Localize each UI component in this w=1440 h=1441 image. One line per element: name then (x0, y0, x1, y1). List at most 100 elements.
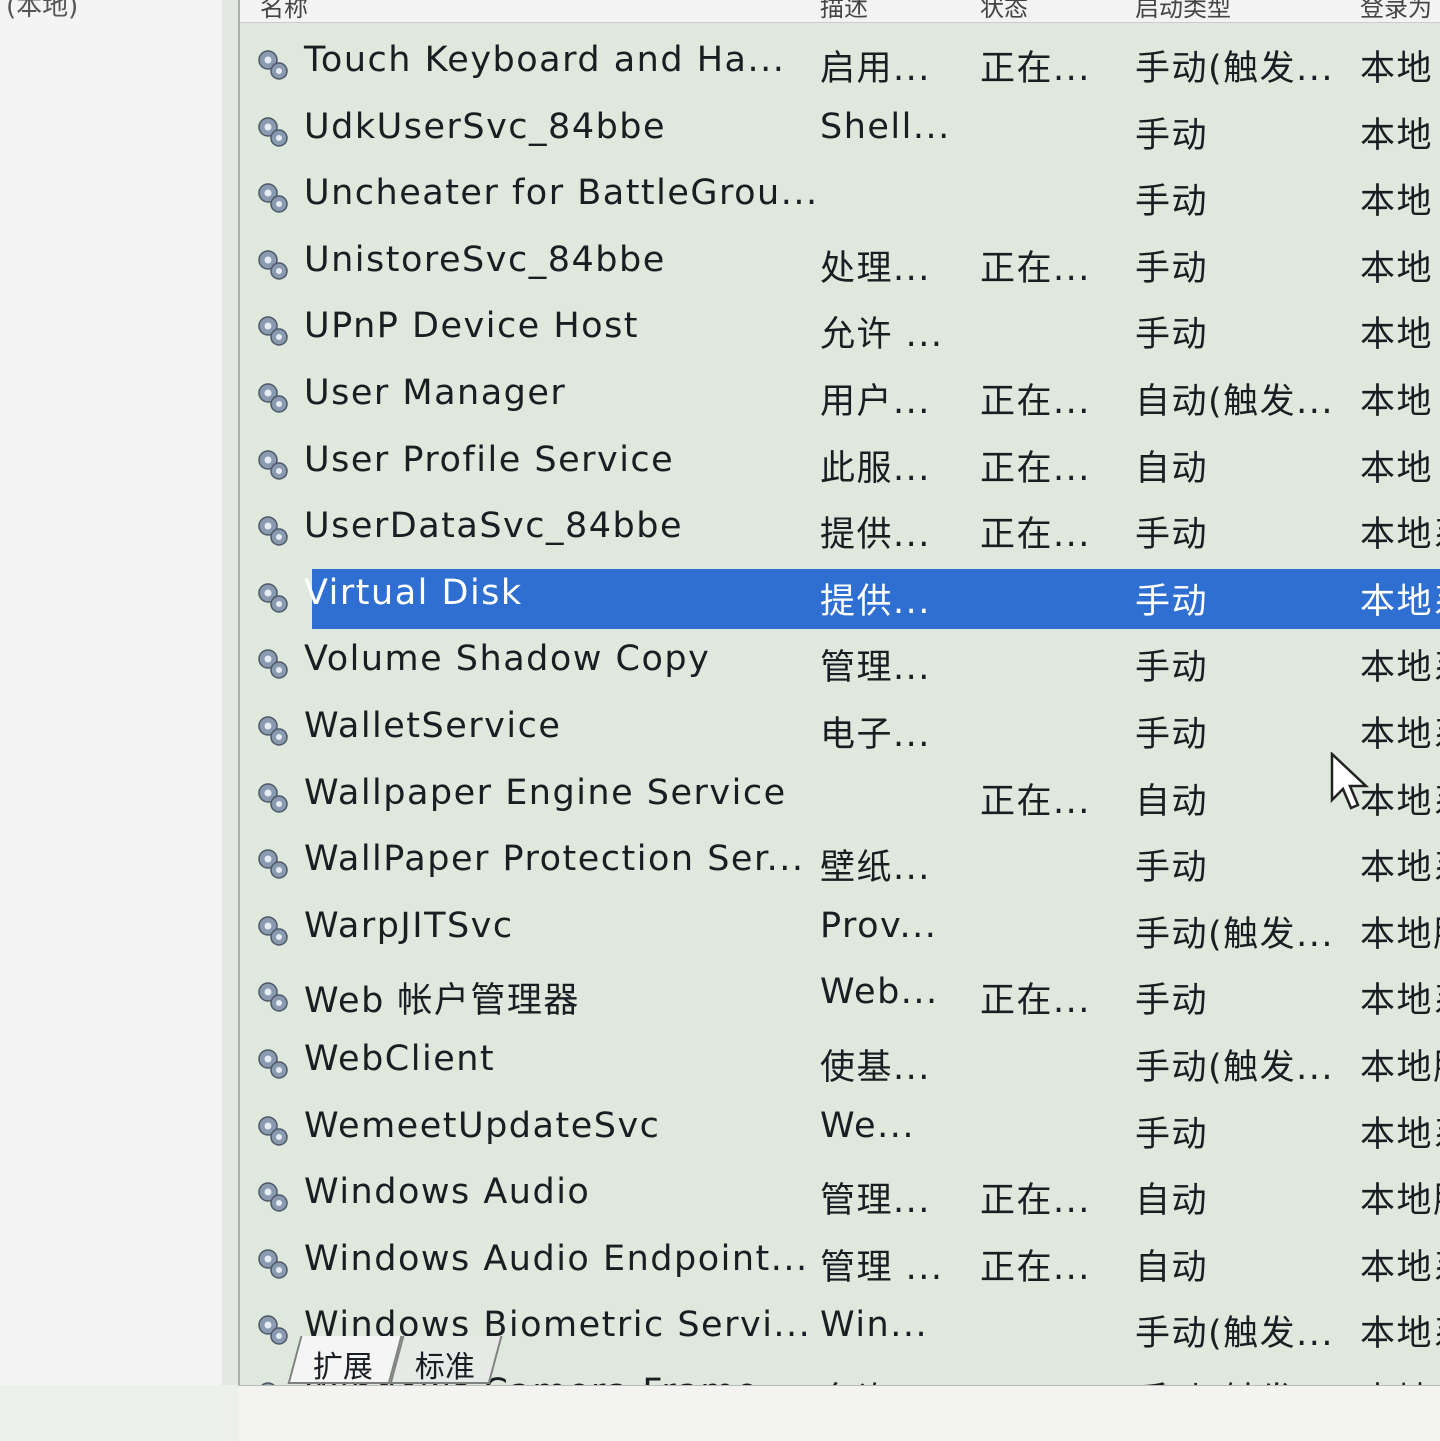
service-name: UPnP Device Host (304, 306, 640, 347)
mouse-cursor-icon (1330, 752, 1370, 810)
service-log-on-as: 本地系 (1360, 981, 1440, 1022)
service-name: UnistoreSvc_84bbe (304, 239, 666, 280)
gear-icon (252, 377, 292, 417)
gear-icon (252, 643, 292, 683)
service-startup-type: 手动(触发... (1135, 914, 1335, 955)
service-startup-type: 手动(触发... (1135, 1047, 1335, 1088)
service-row[interactable]: Virtual Disk 提供... 手动 本地系 (240, 563, 1440, 630)
gear-icon (252, 1110, 292, 1150)
gear-icon (252, 1243, 292, 1283)
service-startup-type: 自动 (1135, 1181, 1209, 1222)
service-description: 管理... (820, 1181, 931, 1222)
gear-icon (252, 444, 292, 484)
service-row[interactable]: UdkUserSvc_84bbe Shell... 手动 本地 (240, 97, 1440, 164)
service-row[interactable]: User Profile Service 此服... 正在... 自动 本地 (240, 430, 1440, 497)
service-startup-type: 手动 (1135, 182, 1209, 223)
service-description: 允许... (820, 1372, 931, 1385)
tab-extended-label: 扩展 (312, 1350, 373, 1385)
service-startup-type: 手动(触发... (1135, 1314, 1335, 1355)
service-name: Windows Audio (304, 1172, 591, 1213)
services-list[interactable]: 名称 描述 状态 启动类型 登录为 Touch Keyboard and Ha.… (238, 0, 1440, 1385)
service-row[interactable]: Uncheater for BattleGrou... 手动 本地 (240, 163, 1440, 230)
column-header-description[interactable]: 描述 (820, 0, 868, 23)
service-description: 提供... (820, 581, 931, 622)
service-row[interactable]: WarpJITSvc Prov... 手动(触发... 本地服 (240, 896, 1440, 963)
service-row[interactable]: Touch Keyboard and Ha... 启用... 正在... 手动(触发.… (240, 30, 1440, 97)
service-log-on-as: 本地 (1360, 115, 1434, 156)
service-startup-type: 手动 (1135, 315, 1209, 356)
service-log-on-as: 本地系 (1360, 648, 1440, 689)
service-name: User Manager (304, 372, 567, 413)
service-log-on-as: 本地系 (1360, 848, 1440, 889)
service-row[interactable]: Windows Audio 管理... 正在... 自动 本地服 (240, 1162, 1440, 1229)
service-row[interactable]: UPnP Device Host 允许 ... 手动 本地 (240, 296, 1440, 363)
gear-icon (252, 111, 292, 151)
service-name: UdkUserSvc_84bbe (304, 106, 667, 147)
service-row[interactable]: WebClient 使基... 手动(触发... 本地服 (240, 1029, 1440, 1096)
service-log-on-as: 本地系 (1360, 581, 1440, 622)
service-row[interactable]: UserDataSvc_84bbe 提供... 正在... 手动 本地系 (240, 496, 1440, 563)
service-status: 正在... (980, 515, 1091, 556)
service-name: Wallpaper Engine Service (304, 772, 787, 813)
service-name: WemeetUpdateSvc (304, 1105, 661, 1146)
service-status: 正在... (980, 781, 1091, 822)
gear-icon (252, 710, 292, 750)
service-row[interactable]: Web 帐户管理器 Web... 正在... 手动 本地系 (240, 962, 1440, 1029)
service-log-on-as: 本地系 (1360, 1247, 1440, 1288)
gear-icon (252, 777, 292, 817)
gear-icon (252, 910, 292, 950)
service-log-on-as: 本地服 (1360, 914, 1440, 955)
service-description: 提供... (820, 515, 931, 556)
service-log-on-as: 本地系 (1360, 714, 1440, 755)
service-description: Web... (820, 972, 939, 1013)
service-log-on-as: 本地 (1360, 315, 1434, 356)
service-log-on-as: 本地 (1360, 182, 1434, 223)
console-tree-pane[interactable]: (本地) (0, 0, 224, 1385)
service-description: We... (820, 1105, 915, 1146)
tree-node-local[interactable]: (本地) (6, 0, 78, 23)
service-row[interactable]: WallPaper Protection Ser... 壁纸... 手动 本地系 (240, 829, 1440, 896)
service-description: 管理 ... (820, 1247, 944, 1288)
service-name: Volume Shadow Copy (304, 639, 711, 680)
service-startup-type: 手动 (1135, 648, 1209, 689)
service-startup-type: 手动 (1135, 1114, 1209, 1155)
service-startup-type: 自动(触发... (1135, 381, 1335, 422)
service-status: 正在... (980, 1247, 1091, 1288)
gear-icon (252, 44, 292, 84)
tab-standard[interactable]: 标准 (389, 1336, 503, 1385)
column-header-status[interactable]: 状态 (980, 0, 1028, 23)
service-name: Touch Keyboard and Ha... (304, 40, 786, 80)
column-header-name[interactable]: 名称 (260, 0, 308, 23)
column-header-startup-type[interactable]: 启动类型 (1135, 0, 1231, 23)
service-log-on-as: 本地系 (1360, 515, 1440, 556)
service-log-on-as: 本地系 (1360, 781, 1440, 822)
gear-icon (252, 244, 292, 284)
service-description: Shell... (820, 106, 951, 147)
service-status: 正在... (980, 49, 1091, 89)
column-header-bar: 名称 描述 状态 启动类型 登录为 (240, 0, 1440, 23)
service-row[interactable]: Wallpaper Engine Service 正在... 自动 本地系 (240, 763, 1440, 830)
service-row[interactable]: Windows Audio Endpoint... 管理 ... 正在... 自动 本地… (240, 1229, 1440, 1296)
service-startup-type: 手动 (1135, 581, 1209, 622)
view-tabs: 扩展 标准 (278, 1336, 538, 1386)
service-name: UserDataSvc_84bbe (304, 506, 684, 547)
service-row[interactable]: User Manager 用户... 正在... 自动(触发... 本地 (240, 363, 1440, 430)
tab-extended[interactable]: 扩展 (287, 1336, 403, 1385)
gear-icon (252, 976, 292, 1016)
service-description: 使基... (820, 1047, 931, 1088)
splitter[interactable] (222, 0, 238, 1385)
service-name: Virtual Disk (304, 572, 523, 613)
service-status: 正在... (980, 248, 1091, 289)
service-name: Windows Audio Endpoint... (304, 1238, 809, 1279)
service-row[interactable]: UnistoreSvc_84bbe 处理... 正在... 手动 本地 (240, 230, 1440, 297)
service-status: 正在... (980, 381, 1091, 422)
service-startup-type: 手动 (1135, 848, 1209, 889)
service-description: 用户... (820, 381, 931, 422)
service-row[interactable]: Volume Shadow Copy 管理... 手动 本地系 (240, 629, 1440, 696)
service-row[interactable]: WemeetUpdateSvc We... 手动 本地系 (240, 1096, 1440, 1163)
gear-icon (252, 310, 292, 350)
service-name: Uncheater for BattleGrou... (304, 173, 819, 214)
column-header-log-on-as[interactable]: 登录为 (1360, 0, 1432, 23)
service-row[interactable]: WalletService 电子... 手动 本地系 (240, 696, 1440, 763)
service-name: WarpJITSvc (304, 905, 514, 946)
